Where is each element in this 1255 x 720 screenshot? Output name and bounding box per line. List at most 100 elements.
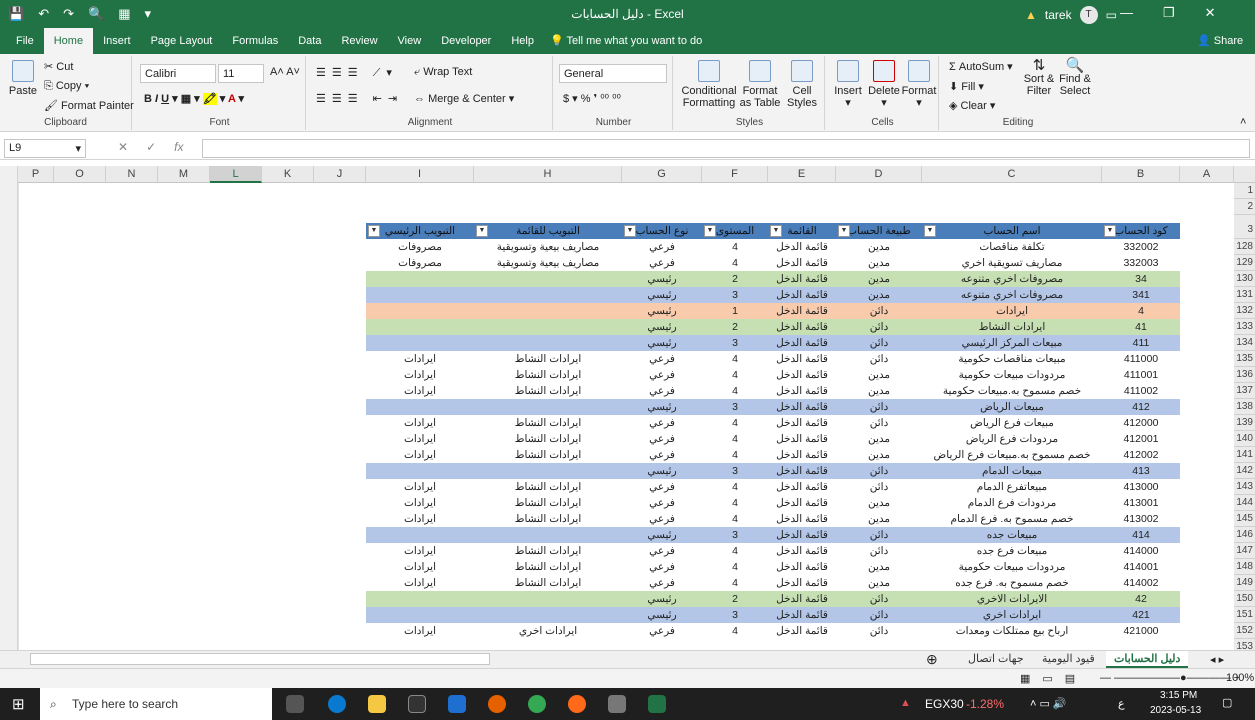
row-header[interactable]: 140 xyxy=(1234,431,1255,447)
table-cell-f[interactable]: 1 xyxy=(702,303,768,319)
filter-dropdown-icon[interactable]: ▼ xyxy=(1104,225,1116,237)
table-cell-h[interactable] xyxy=(474,303,622,319)
table-cell-g[interactable]: فرعي xyxy=(622,367,702,383)
row-header[interactable]: 145 xyxy=(1234,511,1255,527)
table-cell-b[interactable]: 42 xyxy=(1102,591,1180,607)
table-cell-c[interactable]: خصم مسموح به. فرع الدمام xyxy=(922,511,1102,527)
table-header-h[interactable]: التبويب للقائمة ▼ xyxy=(474,223,622,239)
row-header[interactable]: 150 xyxy=(1234,591,1255,607)
table-cell-b[interactable]: 421 xyxy=(1102,607,1180,623)
table-cell-e[interactable]: قائمة الدخل xyxy=(768,575,836,591)
bold-button[interactable]: B I U ▾ ▦ ▾ 🖍 ▾ A ▾ xyxy=(144,92,244,105)
table-cell-i[interactable]: ايرادات xyxy=(366,383,474,399)
table-cell-b[interactable]: 341 xyxy=(1102,287,1180,303)
table-cell-f[interactable]: 3 xyxy=(702,463,768,479)
table-cell-g[interactable]: رئيسي xyxy=(622,303,702,319)
table-cell-c[interactable]: مردودات فرع الرياض xyxy=(922,431,1102,447)
table-cell-f[interactable]: 2 xyxy=(702,319,768,335)
column-header-b[interactable]: B xyxy=(1102,166,1180,183)
table-cell-d[interactable]: مدين xyxy=(836,447,922,463)
table-cell-f[interactable]: 4 xyxy=(702,623,768,639)
app-icon[interactable] xyxy=(568,695,586,713)
table-cell-b[interactable]: 421000 xyxy=(1102,623,1180,639)
table-cell-f[interactable]: 4 xyxy=(702,575,768,591)
table-cell-b[interactable]: 413000 xyxy=(1102,479,1180,495)
font-size-select[interactable]: 11 xyxy=(218,64,264,83)
table-cell-i[interactable]: ايرادات xyxy=(366,351,474,367)
table-cell-c[interactable]: تكلفة مناقصات xyxy=(922,239,1102,255)
table-cell-h[interactable]: مصاريف بيعية وتسويقية xyxy=(474,239,622,255)
user-name[interactable]: tarek xyxy=(1045,8,1072,22)
table-cell-i[interactable]: ايرادات xyxy=(366,623,474,639)
column-header-j[interactable]: J xyxy=(314,166,366,183)
view-buttons[interactable]: ▦▭▤ xyxy=(1020,672,1087,685)
row-header[interactable]: 133 xyxy=(1234,319,1255,335)
table-cell-i[interactable]: ايرادات xyxy=(366,559,474,575)
table-cell-b[interactable]: 41 xyxy=(1102,319,1180,335)
table-cell-b[interactable]: 414001 xyxy=(1102,559,1180,575)
table-cell-b[interactable]: 411 xyxy=(1102,335,1180,351)
table-cell-f[interactable]: 4 xyxy=(702,415,768,431)
table-cell-e[interactable]: قائمة الدخل xyxy=(768,591,836,607)
table-cell-h[interactable]: ايرادات النشاط xyxy=(474,575,622,591)
tab-developer[interactable]: Developer xyxy=(431,28,501,54)
minimize-icon[interactable]: — xyxy=(1120,5,1133,21)
enter-icon[interactable]: ✓ xyxy=(146,140,156,154)
table-cell-f[interactable]: 4 xyxy=(702,367,768,383)
table-cell-e[interactable]: قائمة الدخل xyxy=(768,255,836,271)
filter-dropdown-icon[interactable]: ▼ xyxy=(770,225,782,237)
number-format-buttons[interactable]: $ ▾ % ❜ ⁰⁰ ⁰⁰ xyxy=(563,92,621,105)
edge-icon[interactable] xyxy=(328,695,346,713)
table-cell-h[interactable]: ايرادات النشاط xyxy=(474,479,622,495)
row-header[interactable]: 135 xyxy=(1234,351,1255,367)
table-cell-d[interactable]: دائن xyxy=(836,319,922,335)
table-cell-d[interactable]: مدين xyxy=(836,511,922,527)
table-cell-e[interactable]: قائمة الدخل xyxy=(768,511,836,527)
insert-function-icon[interactable]: fx xyxy=(174,140,183,154)
clock-date[interactable]: 2023-05-13 xyxy=(1150,705,1201,716)
cancel-icon[interactable]: ✕ xyxy=(118,140,128,154)
table-cell-e[interactable]: قائمة الدخل xyxy=(768,527,836,543)
table-cell-g[interactable]: رئيسي xyxy=(622,399,702,415)
filter-dropdown-icon[interactable]: ▼ xyxy=(476,225,488,237)
share-button[interactable]: 👤 Share xyxy=(1197,34,1243,47)
table-cell-d[interactable]: مدين xyxy=(836,383,922,399)
table-cell-d[interactable]: دائن xyxy=(836,463,922,479)
table-cell-e[interactable]: قائمة الدخل xyxy=(768,335,836,351)
ribbon-display-icon[interactable]: ▭ xyxy=(1106,8,1117,22)
table-cell-d[interactable]: مدين xyxy=(836,271,922,287)
format-painter-button[interactable]: 🖌 Format Painter xyxy=(44,99,134,112)
table-cell-b[interactable]: 411002 xyxy=(1102,383,1180,399)
table-cell-h[interactable] xyxy=(474,319,622,335)
table-cell-h[interactable] xyxy=(474,335,622,351)
sheet-tab-2[interactable]: قيود اليومية xyxy=(1034,651,1103,668)
table-cell-h[interactable] xyxy=(474,463,622,479)
tab-home[interactable]: Home xyxy=(43,28,94,54)
column-header-k[interactable]: K xyxy=(262,166,314,183)
column-header-o[interactable]: O xyxy=(54,166,106,183)
table-cell-f[interactable]: 3 xyxy=(702,399,768,415)
table-cell-e[interactable]: قائمة الدخل xyxy=(768,447,836,463)
row-header[interactable]: 131 xyxy=(1234,287,1255,303)
table-cell-g[interactable]: فرعي xyxy=(622,543,702,559)
table-cell-c[interactable]: خصم مسموح به.مبيعات حكومية xyxy=(922,383,1102,399)
table-cell-b[interactable]: 4 xyxy=(1102,303,1180,319)
filter-dropdown-icon[interactable]: ▼ xyxy=(368,225,380,237)
paste-button[interactable]: Paste xyxy=(6,60,40,97)
mail-icon[interactable] xyxy=(448,695,466,713)
row-header[interactable]: 142 xyxy=(1234,463,1255,479)
table-cell-d[interactable]: دائن xyxy=(836,623,922,639)
excel-taskbar-icon[interactable] xyxy=(648,695,666,713)
table-cell-e[interactable]: قائمة الدخل xyxy=(768,463,836,479)
format-as-table-button[interactable]: Format as Table xyxy=(739,60,781,109)
table-cell-c[interactable]: ايرادات النشاط xyxy=(922,319,1102,335)
table-cell-c[interactable]: مبيعات فرع جده xyxy=(922,543,1102,559)
table-cell-d[interactable]: دائن xyxy=(836,543,922,559)
row-header[interactable]: 130 xyxy=(1234,271,1255,287)
row-header[interactable]: 152 xyxy=(1234,623,1255,639)
column-header-p[interactable]: P xyxy=(18,166,54,183)
chrome-icon[interactable] xyxy=(528,695,546,713)
filter-dropdown-icon[interactable]: ▼ xyxy=(624,225,636,237)
table-cell-h[interactable]: ايرادات النشاط xyxy=(474,383,622,399)
table-cell-g[interactable]: فرعي xyxy=(622,431,702,447)
